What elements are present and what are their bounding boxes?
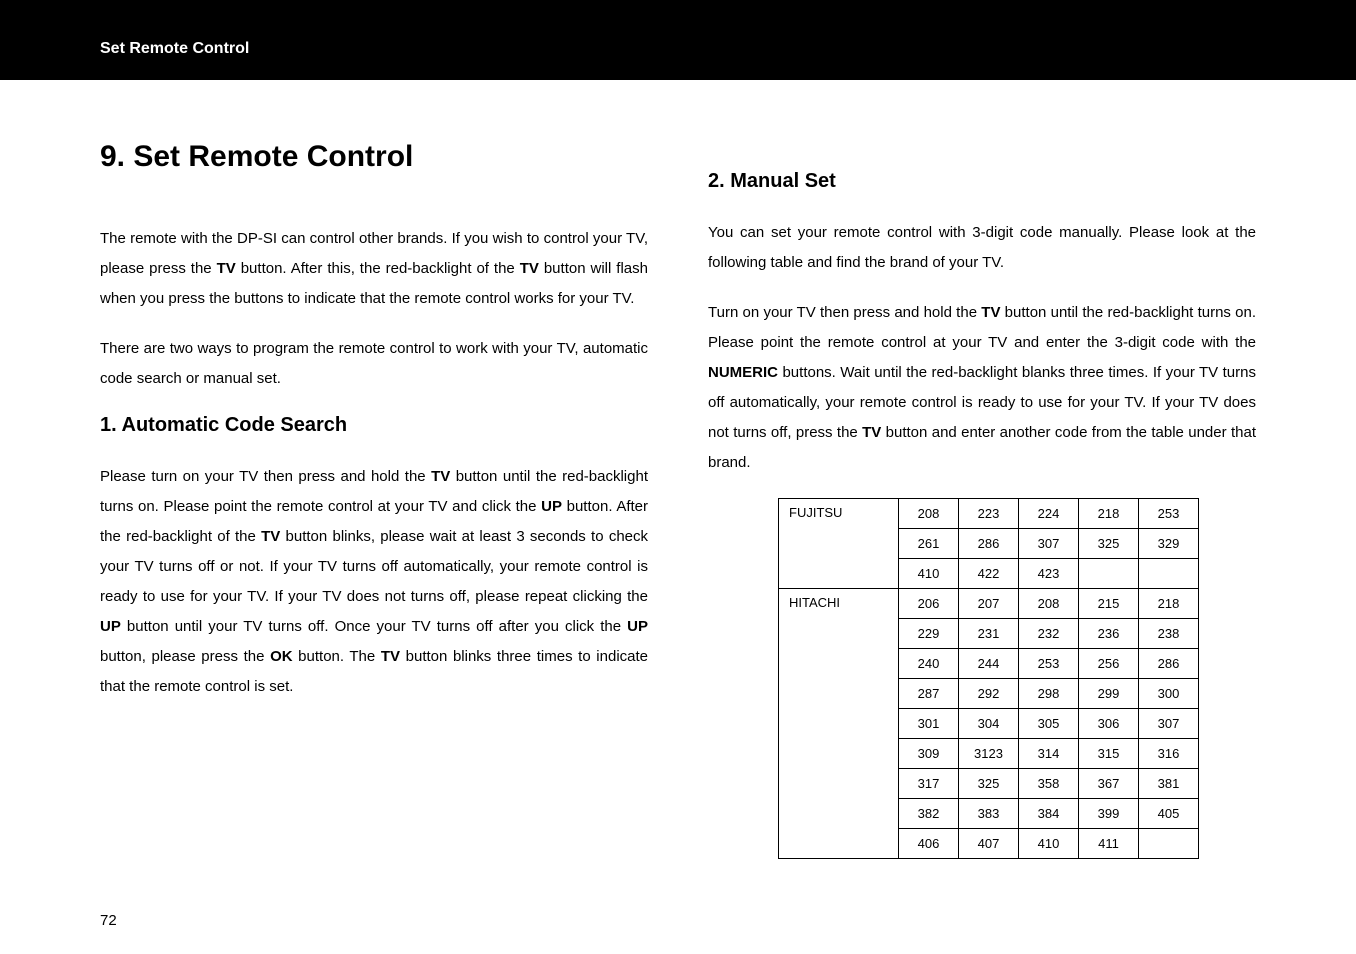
- section2-body2: Turn on your TV then press and hold the …: [708, 298, 1256, 478]
- code-cell: 206: [899, 589, 959, 619]
- code-cell: 240: [899, 649, 959, 679]
- table-row: FUJITSU208223224218253: [779, 499, 1199, 529]
- code-cell: 410: [1019, 829, 1079, 859]
- code-cell: 315: [1079, 739, 1139, 769]
- header-bar: Set Remote Control: [0, 0, 1356, 80]
- code-cell: 238: [1139, 619, 1199, 649]
- brand-cell: HITACHI: [779, 589, 899, 859]
- code-cell: 208: [1019, 589, 1079, 619]
- section1-body: Please turn on your TV then press and ho…: [100, 462, 648, 702]
- section2-heading: 2. Manual Set: [708, 170, 1256, 193]
- code-cell: 307: [1019, 529, 1079, 559]
- content-area: 9. Set Remote Control The remote with th…: [0, 80, 1356, 859]
- code-cell: [1139, 559, 1199, 589]
- code-cell: 410: [899, 559, 959, 589]
- code-cell: 317: [899, 769, 959, 799]
- right-column: 2. Manual Set You can set your remote co…: [708, 140, 1256, 859]
- code-cell: 367: [1079, 769, 1139, 799]
- code-cell: 325: [959, 769, 1019, 799]
- code-cell: 300: [1139, 679, 1199, 709]
- code-cell: [1139, 829, 1199, 859]
- code-cell: 292: [959, 679, 1019, 709]
- code-cell: 253: [1019, 649, 1079, 679]
- code-cell: 208: [899, 499, 959, 529]
- code-cell: 304: [959, 709, 1019, 739]
- code-cell: 382: [899, 799, 959, 829]
- section2-body1: You can set your remote control with 3-d…: [708, 218, 1256, 278]
- code-cell: 358: [1019, 769, 1079, 799]
- code-cell: 253: [1139, 499, 1199, 529]
- code-cell: 231: [959, 619, 1019, 649]
- code-cell: 405: [1139, 799, 1199, 829]
- code-table-body: FUJITSU208223224218253261286307325329410…: [779, 499, 1199, 859]
- table-row: HITACHI206207208215218: [779, 589, 1199, 619]
- page-number: 72: [100, 912, 117, 929]
- code-cell: 399: [1079, 799, 1139, 829]
- code-cell: 411: [1079, 829, 1139, 859]
- code-cell: 309: [899, 739, 959, 769]
- brand-cell: FUJITSU: [779, 499, 899, 589]
- code-cell: 215: [1079, 589, 1139, 619]
- code-cell: 407: [959, 829, 1019, 859]
- code-cell: 299: [1079, 679, 1139, 709]
- code-cell: 256: [1079, 649, 1139, 679]
- code-cell: 261: [899, 529, 959, 559]
- code-cell: 229: [899, 619, 959, 649]
- code-cell: 232: [1019, 619, 1079, 649]
- code-cell: 316: [1139, 739, 1199, 769]
- section1-heading: 1. Automatic Code Search: [100, 414, 648, 437]
- left-column: 9. Set Remote Control The remote with th…: [100, 140, 648, 859]
- code-cell: 305: [1019, 709, 1079, 739]
- code-cell: 224: [1019, 499, 1079, 529]
- code-cell: 381: [1139, 769, 1199, 799]
- code-cell: 3123: [959, 739, 1019, 769]
- code-cell: 422: [959, 559, 1019, 589]
- code-cell: 286: [959, 529, 1019, 559]
- code-cell: 244: [959, 649, 1019, 679]
- code-cell: 218: [1079, 499, 1139, 529]
- code-cell: 325: [1079, 529, 1139, 559]
- code-cell: 383: [959, 799, 1019, 829]
- code-cell: [1079, 559, 1139, 589]
- code-cell: 287: [899, 679, 959, 709]
- main-title: 9. Set Remote Control: [100, 140, 648, 174]
- code-cell: 301: [899, 709, 959, 739]
- code-cell: 329: [1139, 529, 1199, 559]
- intro-paragraph-2: There are two ways to program the remote…: [100, 334, 648, 394]
- code-cell: 406: [899, 829, 959, 859]
- code-cell: 307: [1139, 709, 1199, 739]
- code-cell: 306: [1079, 709, 1139, 739]
- code-cell: 298: [1019, 679, 1079, 709]
- code-cell: 314: [1019, 739, 1079, 769]
- code-cell: 218: [1139, 589, 1199, 619]
- code-cell: 236: [1079, 619, 1139, 649]
- code-cell: 286: [1139, 649, 1199, 679]
- code-table: FUJITSU208223224218253261286307325329410…: [778, 498, 1199, 859]
- intro-paragraph-1: The remote with the DP-SI can control ot…: [100, 224, 648, 314]
- code-cell: 423: [1019, 559, 1079, 589]
- code-cell: 384: [1019, 799, 1079, 829]
- code-cell: 207: [959, 589, 1019, 619]
- code-cell: 223: [959, 499, 1019, 529]
- header-title: Set Remote Control: [100, 40, 249, 57]
